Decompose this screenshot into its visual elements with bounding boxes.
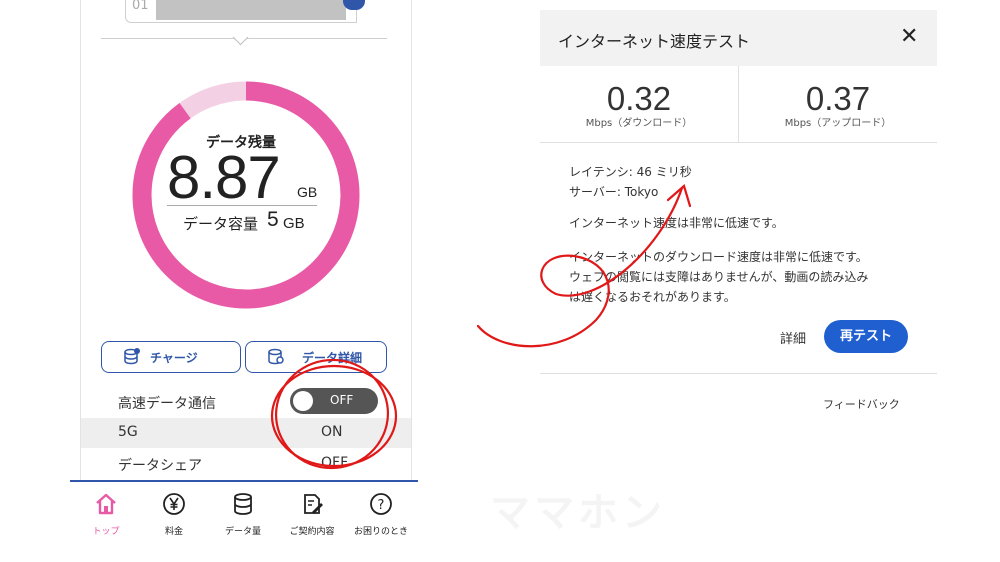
upload-unit: Mbps（アップロード） xyxy=(784,118,892,129)
upload-value: 0.37 xyxy=(805,80,871,117)
dialog-title: インターネット速度テスト xyxy=(558,32,751,51)
ring-separator xyxy=(167,205,317,206)
details-link[interactable]: 詳細 xyxy=(780,328,806,347)
setting-label: 高速データ通信 xyxy=(118,396,216,412)
close-icon[interactable]: ✕ xyxy=(900,24,918,49)
help-icon: ? xyxy=(370,493,392,515)
tab-fee[interactable]: 料金 xyxy=(140,492,208,542)
upload-stat: 0.37 Mbps（アップロード） xyxy=(739,66,937,143)
database-icon xyxy=(234,493,252,515)
remaining-unit: GB xyxy=(297,184,318,200)
latency-text: レイテンシ: 46 ミリ秒 xyxy=(569,165,692,179)
contract-icon xyxy=(304,494,323,514)
tab-help[interactable]: ? お困りのとき xyxy=(347,492,415,542)
capacity-unit: GB xyxy=(283,215,305,232)
dialog-separator xyxy=(540,373,937,374)
charge-label: チャージ xyxy=(150,351,198,365)
tab-top[interactable]: トップ xyxy=(72,492,140,542)
tab-label: ご契約内容 xyxy=(289,527,335,537)
tab-label: トップ xyxy=(92,527,120,537)
database-search-icon xyxy=(268,348,284,365)
watermark: ママホン xyxy=(490,490,666,536)
remaining-value: 8.87 xyxy=(167,144,281,211)
toggle-state: OFF xyxy=(330,393,354,407)
redaction-bar xyxy=(156,0,346,20)
data-detail-label: データ詳細 xyxy=(302,351,363,365)
toggle-knob xyxy=(293,391,313,411)
tab-label: 料金 xyxy=(164,527,183,537)
download-stat: 0.32 Mbps（ダウンロード） xyxy=(540,66,739,143)
data-detail-button[interactable]: データ詳細 xyxy=(245,341,387,373)
masked-prefix: 01 xyxy=(132,0,149,13)
retest-button[interactable]: 再テスト xyxy=(824,320,908,353)
download-unit: Mbps（ダウンロード） xyxy=(585,118,693,129)
setting-row-5g[interactable]: 5G ON xyxy=(81,418,411,448)
yen-icon xyxy=(163,493,185,515)
svg-text:?: ? xyxy=(378,498,385,513)
bottom-tab-bar: トップ 料金 データ量 ご契約内容 ? お困りのとき xyxy=(70,480,418,544)
detail-text-line: ウェブの閲覧には支障はありませんが、動画の読み込み xyxy=(569,270,869,284)
setting-value: OFF xyxy=(321,455,349,471)
phone-app-panel: 01 データ残量 8.87 GB データ容量 5 GB チャージ データ詳細 高… xyxy=(80,0,412,480)
chevron-down-icon[interactable] xyxy=(232,29,249,46)
setting-label: データシェア xyxy=(118,458,202,474)
switch-line-icon[interactable] xyxy=(343,0,365,10)
capacity-label: データ容量 xyxy=(183,215,259,233)
masked-phone-number-field: 01 xyxy=(125,0,357,23)
summary-text: インターネット速度は非常に低速です。 xyxy=(569,216,784,230)
feedback-link[interactable]: フィードバック xyxy=(823,396,900,412)
server-text: サーバー: Tokyo xyxy=(569,185,659,199)
charge-button[interactable]: チャージ xyxy=(101,341,241,373)
setting-row-data-share[interactable]: データシェア OFF xyxy=(81,449,411,479)
download-value: 0.32 xyxy=(606,80,672,117)
tab-label: データ量 xyxy=(224,527,261,537)
tab-label: お困りのとき xyxy=(353,527,408,537)
detail-text-line: インターネットのダウンロード速度は非常に低速です。 xyxy=(569,250,868,264)
tab-data-usage[interactable]: データ量 xyxy=(209,492,277,542)
high-speed-toggle[interactable]: OFF xyxy=(290,388,378,414)
dialog-header: インターネット速度テスト ✕ xyxy=(540,10,937,66)
detail-text-line: は遅くなるおそれがあります。 xyxy=(569,290,736,304)
database-plus-icon xyxy=(124,348,140,365)
capacity-value: 5 xyxy=(267,208,279,231)
speed-test-dialog: インターネット速度テスト ✕ 0.32 Mbps（ダウンロード） 0.37 Mb… xyxy=(540,10,937,374)
setting-label: 5G xyxy=(118,424,138,440)
tab-contract[interactable]: ご契約内容 xyxy=(278,492,346,542)
setting-value: ON xyxy=(321,424,343,440)
home-icon xyxy=(96,493,116,515)
